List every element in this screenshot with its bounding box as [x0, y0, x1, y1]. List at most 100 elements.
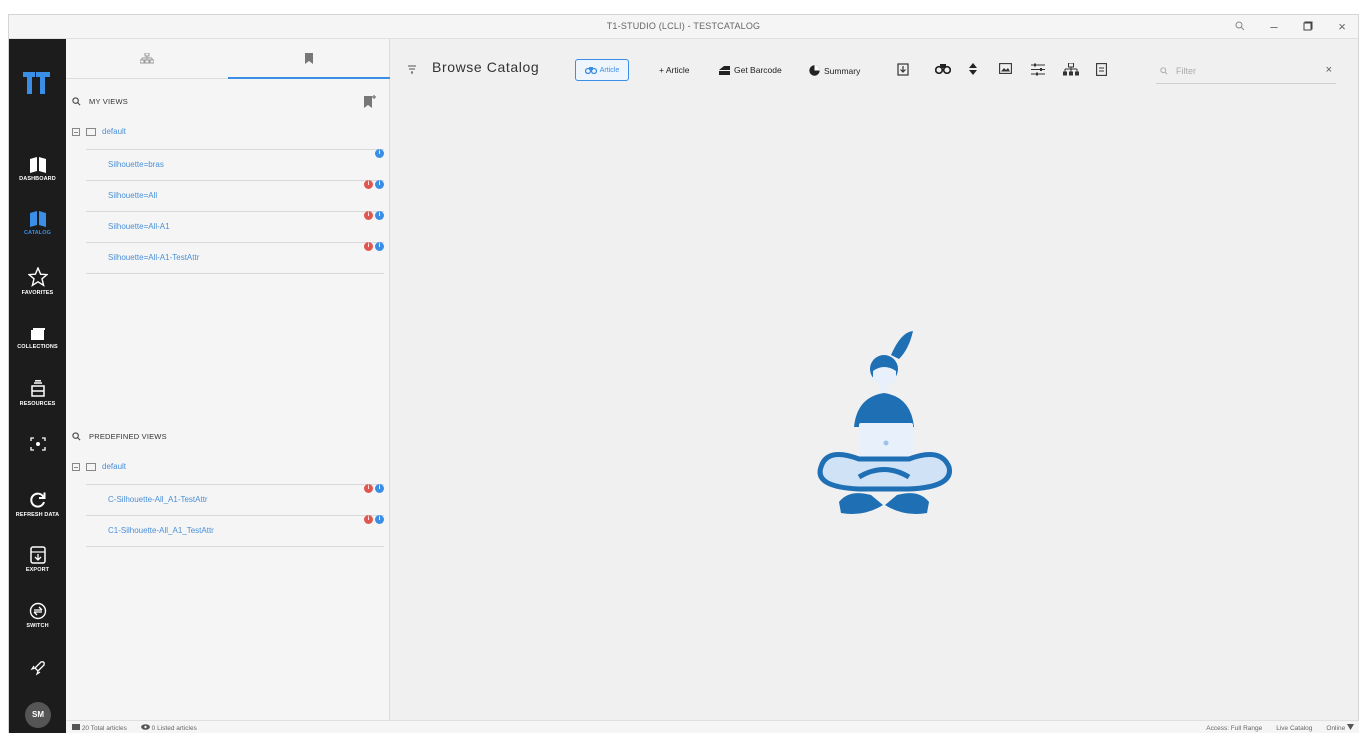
info-badge-icon[interactable]: i	[375, 211, 384, 220]
sort-button[interactable]	[969, 63, 977, 78]
nav-export[interactable]: EXPORT	[9, 546, 66, 573]
nav-label: CATALOG	[23, 230, 52, 236]
window-controls: – ×	[1230, 17, 1352, 37]
document-button[interactable]	[1096, 63, 1107, 79]
tab-bookmarks[interactable]	[228, 39, 390, 79]
my-views-header: MY VIEWS	[72, 97, 128, 106]
nav-label: RESOURCES	[19, 401, 56, 407]
info-badge-icon[interactable]: i	[375, 149, 384, 158]
nav-label: COLLECTIONS	[17, 344, 58, 350]
nav-scan[interactable]	[9, 437, 66, 451]
close-button[interactable]: ×	[1332, 17, 1352, 37]
tab-hierarchy[interactable]	[66, 39, 228, 79]
view-row[interactable]: C1-Silhouette-All_A1_TestAttr i i	[86, 515, 384, 546]
nav-switch[interactable]: SWITCH	[9, 602, 66, 629]
info-badge-icon[interactable]: i	[375, 484, 384, 493]
delete-badge-icon[interactable]: i	[364, 180, 373, 189]
predefined-views-group[interactable]: default	[72, 462, 126, 471]
search-icon[interactable]	[72, 97, 81, 106]
nav-dashboard[interactable]: DASHBOARD	[9, 157, 66, 182]
my-views-title: MY VIEWS	[89, 97, 128, 106]
nav-resources[interactable]: RESOURCES	[9, 380, 66, 407]
page-title: Browse Catalog	[432, 59, 540, 75]
add-article-label: + Article	[659, 65, 690, 75]
rocket-icon	[30, 661, 45, 676]
online-status: Online	[1326, 724, 1354, 732]
image-button[interactable]	[999, 63, 1012, 77]
star-icon	[27, 267, 48, 287]
predefined-views-header: PREDEFINED VIEWS	[72, 432, 167, 441]
binoculars-icon	[934, 64, 952, 75]
maximize-button[interactable]	[1298, 17, 1318, 37]
info-badge-icon[interactable]: i	[375, 180, 384, 189]
predefined-views-title: PREDEFINED VIEWS	[89, 432, 167, 441]
info-badge-icon[interactable]: i	[375, 515, 384, 524]
nav-refresh-data[interactable]: REFRESH DATA	[9, 491, 66, 518]
view-name: Silhouette=All	[108, 191, 158, 200]
delete-badge-icon[interactable]: i	[364, 242, 373, 251]
view-row[interactable]: Silhouette=All-A1-TestAttr i i	[86, 242, 384, 273]
scan-icon	[29, 437, 46, 451]
my-views-group[interactable]: default	[72, 127, 126, 136]
view-row[interactable]: C-Silhouette-All_A1-TestAttr i i	[86, 484, 384, 515]
view-row[interactable]: Silhouette=All i i	[86, 180, 384, 211]
minimize-button[interactable]: –	[1264, 17, 1284, 37]
delete-badge-icon[interactable]: i	[364, 484, 373, 493]
view-tabs	[66, 39, 390, 79]
article-toggle[interactable]: Article	[575, 59, 629, 81]
divider	[86, 546, 384, 547]
catalog-icon	[29, 211, 46, 227]
add-bookmark-button[interactable]	[364, 95, 376, 111]
nav-rocket[interactable]	[9, 660, 66, 676]
summary-button[interactable]: Summary	[809, 65, 860, 76]
group-label: default	[102, 462, 127, 471]
bookmark-add-icon	[364, 95, 376, 108]
delete-badge-icon[interactable]: i	[364, 515, 373, 524]
filter-input[interactable]: Filter ×	[1156, 58, 1336, 84]
avatar[interactable]: SM	[25, 702, 51, 728]
get-barcode-button[interactable]: Get Barcode	[719, 65, 782, 75]
article-chip-label: Article	[599, 66, 620, 74]
view-row[interactable]: Silhouette=bras i	[86, 149, 384, 180]
import-button[interactable]	[897, 63, 909, 79]
listed-articles-label: 0 Listed articles	[151, 725, 197, 732]
view-row[interactable]: Silhouette=All-A1 i i	[86, 211, 384, 242]
add-article-button[interactable]: + Article	[659, 65, 689, 75]
binoculars-button[interactable]	[934, 63, 952, 77]
barcode-icon	[719, 65, 730, 75]
nav-collections[interactable]: COLLECTIONS	[9, 327, 66, 350]
toolbar: Browse Catalog Article + Article Get Bar…	[391, 39, 1359, 84]
summary-icon	[809, 65, 820, 76]
export-icon	[29, 546, 46, 564]
collapse-icon[interactable]	[72, 462, 80, 471]
app-window: T1-STUDIO (LCLI) - TESTCATALOG – × DASHB…	[8, 14, 1359, 733]
nav-favorites[interactable]: FAVORITES	[9, 267, 66, 296]
window-title: T1-STUDIO (LCLI) - TESTCATALOG	[606, 21, 761, 31]
view-name: Silhouette=All-A1	[108, 222, 170, 231]
wifi-icon	[1347, 724, 1354, 730]
info-badge-icon[interactable]: i	[375, 242, 384, 251]
refresh-icon	[29, 492, 45, 508]
search-icon[interactable]	[1230, 17, 1250, 37]
bookmark-icon	[305, 52, 313, 64]
summary-label: Summary	[824, 65, 861, 76]
hierarchy-button[interactable]	[1063, 62, 1079, 80]
settings-button[interactable]	[1031, 63, 1045, 79]
collapse-icon[interactable]	[72, 127, 80, 136]
search-icon[interactable]	[72, 432, 81, 441]
folder-icon	[86, 127, 96, 136]
nav-label: EXPORT	[25, 567, 50, 573]
filter-lines-icon[interactable]	[408, 63, 416, 77]
collections-icon	[30, 328, 45, 340]
binoculars-icon	[584, 67, 597, 74]
filter-placeholder: Filter	[1176, 66, 1196, 76]
catalog-label: Live Catalog	[1276, 724, 1313, 732]
folder-icon	[86, 462, 96, 471]
group-label: default	[102, 127, 127, 136]
nav-label: DASHBOARD	[19, 176, 56, 182]
delete-badge-icon[interactable]: i	[364, 211, 373, 220]
hierarchy-icon	[140, 53, 154, 64]
clear-filter-icon[interactable]: ×	[1326, 64, 1332, 76]
nav-catalog[interactable]: CATALOG	[9, 211, 66, 236]
views-panel: MY VIEWS default Silhouette=bras i Silho…	[66, 39, 390, 720]
